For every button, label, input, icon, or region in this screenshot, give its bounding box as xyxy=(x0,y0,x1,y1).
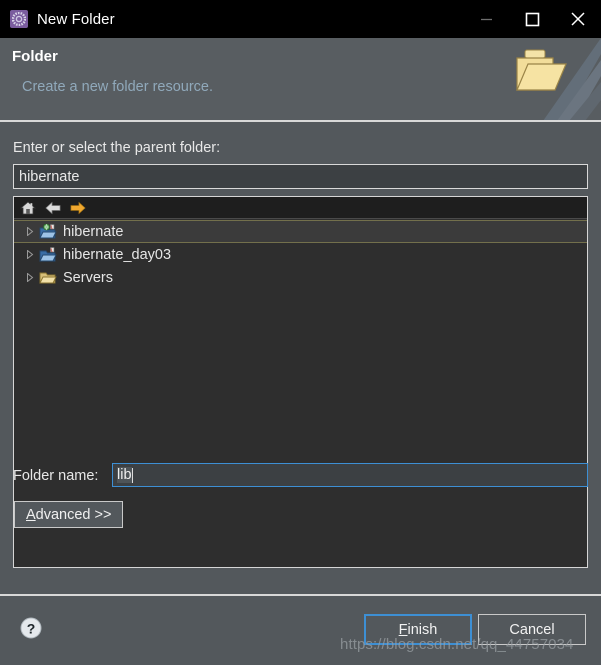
tree-rows: hibernate hibernate_day03 Servers xyxy=(14,219,587,289)
tree-row-label: hibernate xyxy=(63,223,124,240)
tree-row[interactable]: hibernate_day03 xyxy=(14,243,587,266)
open-folder-icon xyxy=(497,38,601,121)
parent-folder-label: Enter or select the parent folder: xyxy=(13,140,221,156)
advanced-button-mnemonic: A xyxy=(26,506,36,523)
cancel-button-label: Cancel xyxy=(509,621,555,638)
java-project-folder-icon xyxy=(38,246,58,263)
chevron-right-icon[interactable] xyxy=(22,273,38,282)
close-icon[interactable] xyxy=(555,0,601,38)
eclipse-gear-icon xyxy=(10,10,28,28)
minimize-icon[interactable] xyxy=(463,0,509,38)
maximize-icon[interactable] xyxy=(509,0,555,38)
tree-row-label: hibernate_day03 xyxy=(63,246,172,263)
tree-row-label: Servers xyxy=(63,269,113,286)
tree-toolbar xyxy=(14,197,587,219)
parent-folder-input[interactable] xyxy=(13,164,588,189)
finish-button-mnemonic: F xyxy=(398,621,408,638)
tree-row[interactable]: hibernate xyxy=(14,220,587,243)
chevron-right-icon[interactable] xyxy=(22,250,38,259)
java-project-folder-icon xyxy=(38,223,58,240)
advanced-button-label: dvanced >> xyxy=(35,506,112,523)
dialog-header: Folder Create a new folder resource. xyxy=(0,38,601,121)
home-icon[interactable] xyxy=(19,199,36,216)
new-folder-dialog: New Folder Folder Create a new folder re… xyxy=(0,0,601,665)
folder-name-value: lib xyxy=(117,467,132,483)
folder-icon xyxy=(38,269,58,286)
window-controls xyxy=(463,0,601,38)
dialog-body: Enter or select the parent folder: hiber… xyxy=(0,122,601,594)
text-caret xyxy=(131,467,133,483)
finish-button-label: inish xyxy=(407,621,438,638)
page-subtitle: Create a new folder resource. xyxy=(22,79,214,95)
forward-arrow-icon[interactable] xyxy=(69,199,86,216)
advanced-button[interactable]: Advanced >> xyxy=(14,501,124,528)
tree-row[interactable]: Servers xyxy=(14,266,587,289)
finish-button[interactable]: Finish xyxy=(364,614,472,645)
page-title: Folder xyxy=(12,48,58,65)
title-bar: New Folder xyxy=(0,0,601,38)
back-arrow-icon[interactable] xyxy=(44,199,61,216)
help-icon[interactable]: ? xyxy=(19,616,43,640)
chevron-right-icon[interactable] xyxy=(22,227,38,236)
svg-text:?: ? xyxy=(27,621,36,637)
window-title: New Folder xyxy=(37,10,115,28)
folder-name-input[interactable]: lib xyxy=(112,463,588,487)
cancel-button[interactable]: Cancel xyxy=(478,614,586,645)
folder-name-label: Folder name: xyxy=(13,468,99,484)
